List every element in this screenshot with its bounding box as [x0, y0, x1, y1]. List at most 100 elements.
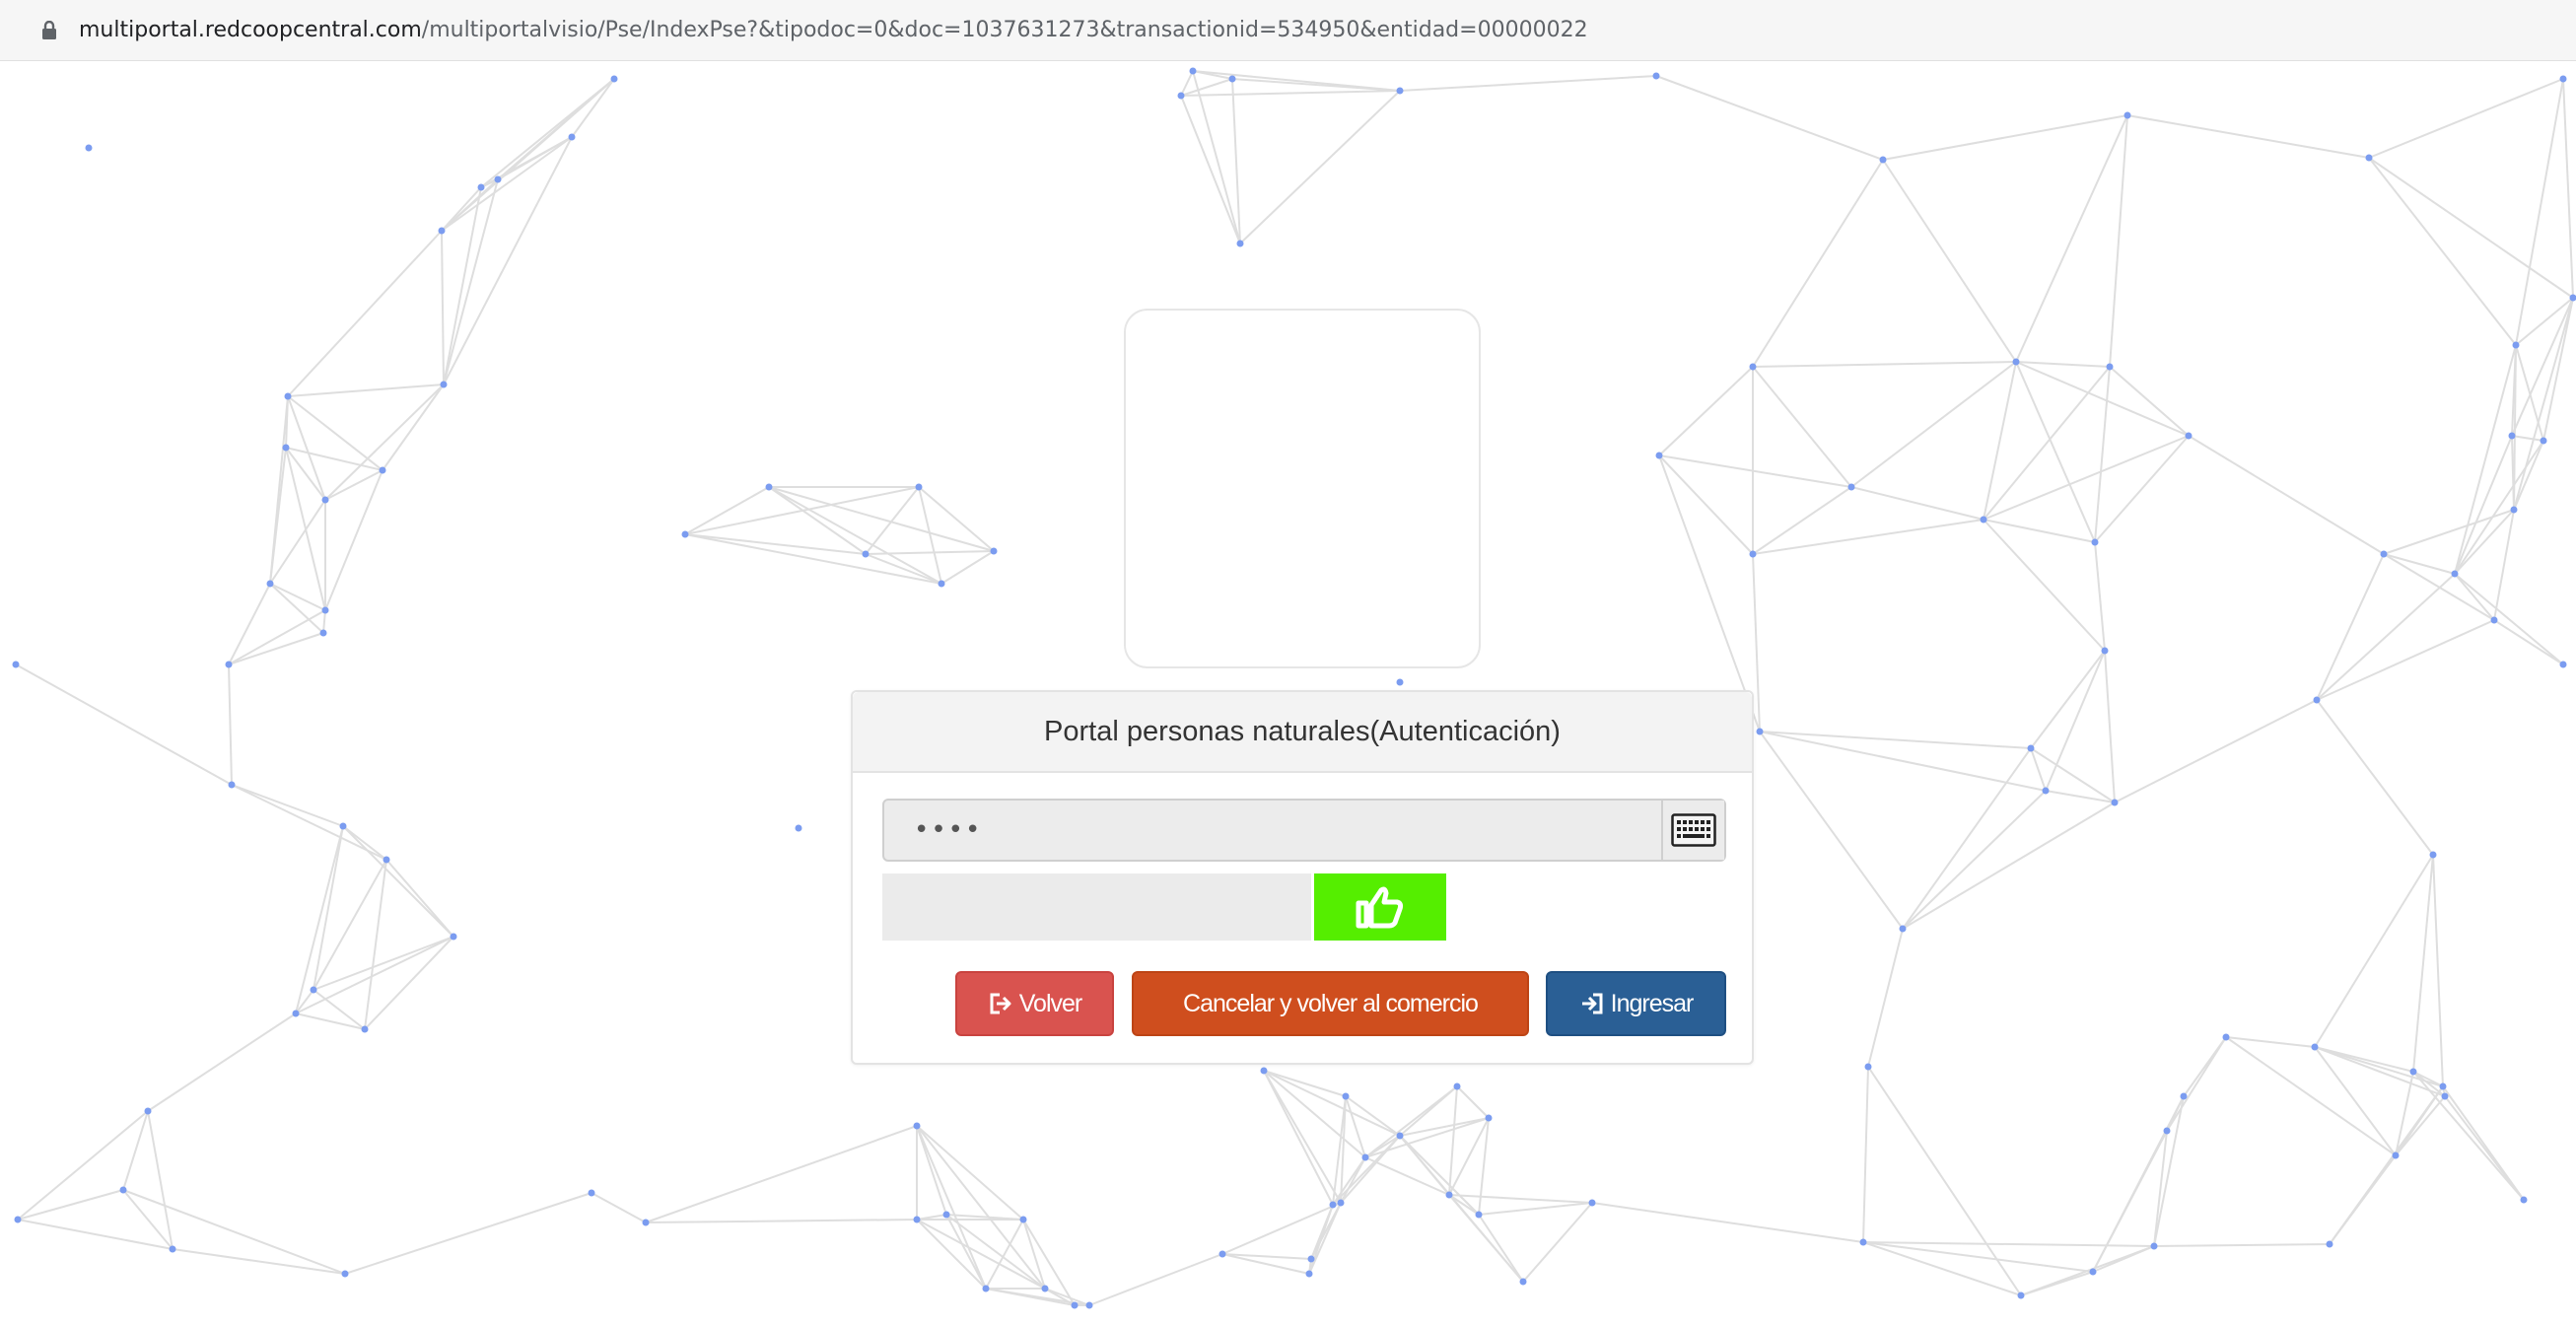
network-edge	[2316, 619, 2495, 701]
network-edge	[1180, 90, 1401, 97]
network-node	[2451, 570, 2459, 578]
network-node	[1847, 483, 1855, 491]
sign-out-icon	[988, 992, 1013, 1015]
network-edge	[2454, 573, 2564, 665]
network-edge	[2166, 1036, 2227, 1132]
network-node	[1652, 72, 1660, 80]
network-node	[1085, 1301, 1093, 1309]
network-edge	[2316, 553, 2385, 701]
network-edge	[591, 1192, 647, 1223]
network-edge	[1263, 1070, 1366, 1158]
cancel-return-button[interactable]: Cancelar y volver al comercio	[1132, 971, 1529, 1036]
password-input[interactable]	[884, 800, 1661, 861]
network-edge	[2030, 650, 2106, 749]
network-edge	[1867, 928, 1904, 1068]
network-node	[225, 661, 233, 668]
cancelar-label: Cancelar y volver al comercio	[1183, 989, 1479, 1017]
network-edge	[2015, 361, 2111, 368]
network-edge	[1752, 366, 1852, 488]
network-node	[913, 1216, 921, 1223]
network-edge	[2225, 1036, 2397, 1156]
network-node	[2490, 616, 2498, 624]
network-edge	[2030, 747, 2047, 792]
network-edge	[2094, 366, 2111, 543]
network-edge	[768, 486, 867, 555]
network-node	[2441, 1092, 2449, 1100]
network-node	[379, 466, 386, 474]
network-node	[1485, 1114, 1493, 1122]
network-edge	[2109, 366, 2190, 437]
ingresar-button[interactable]: Ingresar	[1546, 971, 1726, 1036]
network-node	[2559, 75, 2567, 83]
keyboard-icon[interactable]	[1661, 801, 1724, 860]
network-node	[2042, 787, 2050, 795]
network-node	[12, 661, 20, 668]
network-node	[1260, 1067, 1268, 1075]
network-edge	[1752, 519, 1984, 555]
address-bar[interactable]: multiportal.redcoopcentral.com/multiport…	[0, 0, 2576, 61]
network-node	[1218, 1250, 1226, 1258]
network-node	[292, 1010, 300, 1017]
network-edge	[916, 1125, 1046, 1290]
network-edge	[269, 583, 326, 611]
network-node	[1445, 1191, 1453, 1199]
network-node	[1019, 1216, 1027, 1223]
network-edge	[2493, 619, 2564, 665]
network-node	[2392, 1152, 2400, 1159]
network-edge	[2368, 157, 2574, 299]
network-edge	[441, 186, 482, 232]
network-edge	[287, 230, 443, 397]
network-node	[1305, 1270, 1313, 1278]
network-node	[341, 1270, 349, 1278]
network-edge	[945, 1214, 987, 1290]
network-node	[915, 483, 923, 491]
network-node	[2123, 111, 2131, 119]
network-edge	[2015, 114, 2128, 363]
network-node	[1189, 67, 1197, 75]
network-edge	[2314, 854, 2434, 1048]
network-node	[982, 1285, 990, 1292]
network-edge	[1752, 159, 1884, 368]
network-node	[321, 496, 329, 504]
network-edge	[2454, 440, 2544, 575]
volver-button[interactable]: Volver	[955, 971, 1114, 1036]
network-node	[2365, 154, 2373, 162]
network-node	[2017, 1291, 2025, 1299]
network-edge	[2395, 1095, 2446, 1156]
network-node	[2439, 1082, 2447, 1090]
network-edge	[1478, 1214, 1524, 1283]
network-edge	[2314, 1046, 2444, 1087]
network-node	[1329, 1201, 1337, 1209]
network-edge	[1867, 1066, 2022, 1296]
network-edge	[1983, 361, 2017, 521]
network-node	[440, 381, 448, 388]
network-node	[588, 1189, 595, 1197]
network-edge	[1882, 114, 2128, 161]
network-node	[2540, 437, 2547, 445]
network-node	[438, 227, 446, 235]
network-edge	[2511, 435, 2544, 442]
network-edge	[147, 1110, 174, 1250]
network-edge	[1902, 802, 2116, 930]
lock-icon	[41, 20, 57, 40]
network-edge	[1862, 1241, 2022, 1296]
network-edge	[17, 1189, 124, 1221]
network-edge	[1658, 454, 1754, 555]
network-node	[913, 1122, 921, 1130]
thumbs-up-icon[interactable]	[1314, 873, 1446, 941]
network-node	[2222, 1033, 2230, 1041]
network-edge	[2368, 157, 2517, 346]
network-node	[85, 144, 93, 152]
network-edge	[1345, 1095, 1401, 1137]
network-edge	[1263, 1070, 1401, 1137]
network-node	[2089, 1268, 2097, 1276]
network-edges	[15, 70, 2574, 1306]
network-edge	[17, 1219, 174, 1250]
network-edge	[768, 486, 995, 552]
network-edge	[1983, 366, 2111, 521]
network-node	[765, 483, 773, 491]
network-edge	[2045, 650, 2106, 792]
network-edge	[287, 384, 445, 397]
password-group	[882, 799, 1726, 862]
network-edge	[2153, 1095, 2185, 1247]
